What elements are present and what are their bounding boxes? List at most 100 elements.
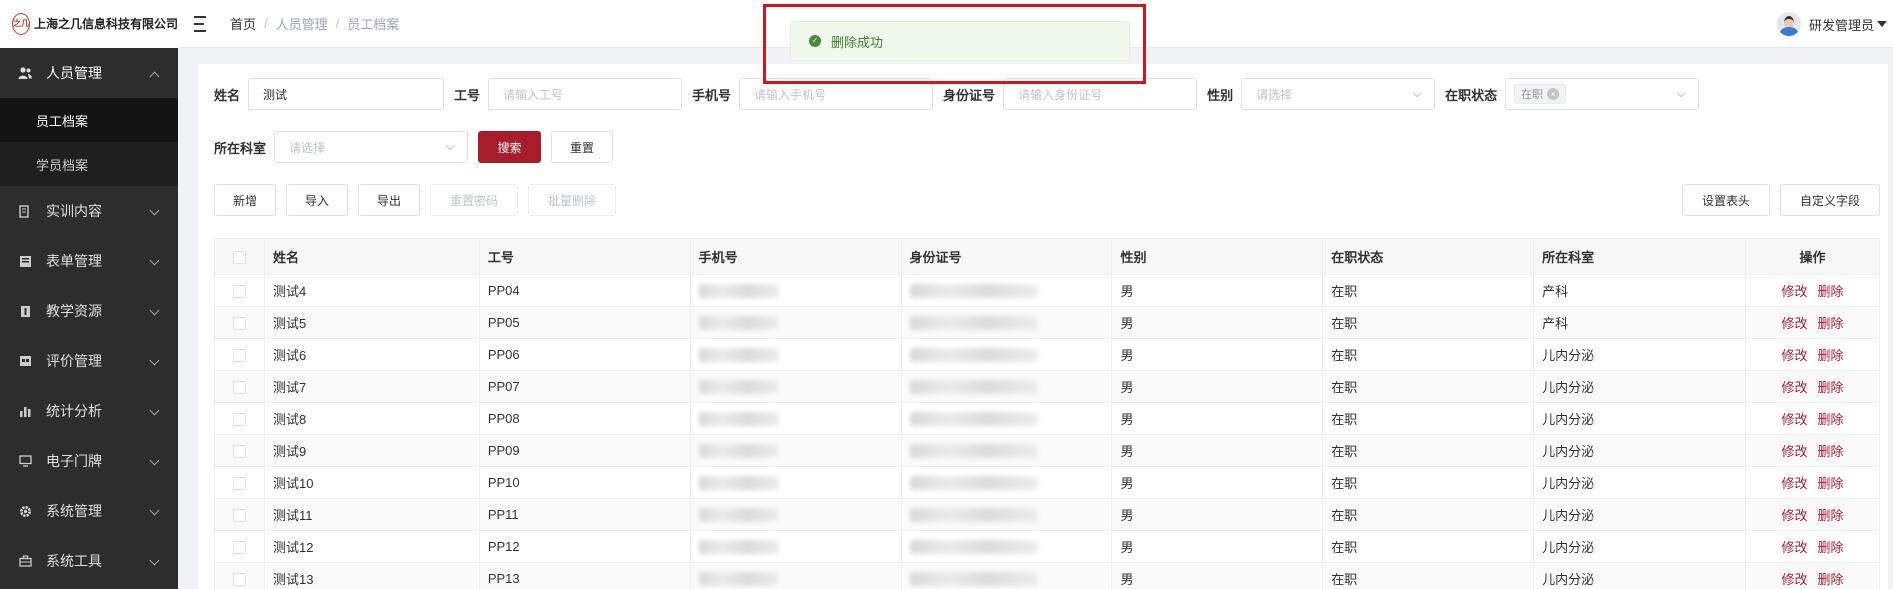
row-checkbox[interactable] (232, 317, 246, 331)
cell-name: 测试8 (264, 402, 480, 435)
sidebar-item-system-tools[interactable]: 系统工具 (0, 536, 178, 586)
cell-department: 产科 (1533, 306, 1746, 339)
close-icon[interactable]: × (1547, 88, 1560, 100)
sidebar-item-evaluation[interactable]: 评价管理 (0, 336, 178, 386)
brand-logo: 之几 (12, 12, 30, 35)
row-checkbox[interactable] (232, 285, 246, 299)
edit-link[interactable]: 修改 (1781, 316, 1807, 331)
check-circle-icon: ✓ (809, 35, 821, 47)
delete-link[interactable]: 删除 (1817, 412, 1843, 427)
sidebar-item-personnel[interactable]: 人员管理 (0, 48, 178, 98)
edit-link[interactable]: 修改 (1781, 284, 1807, 299)
delete-link[interactable]: 删除 (1817, 476, 1843, 491)
brand: 之几 上海之几信息科技有限公司 (0, 0, 178, 48)
batch-delete-button[interactable]: 批量删除 (528, 184, 616, 216)
custom-fields-button[interactable]: 自定义字段 (1780, 184, 1880, 216)
edit-link[interactable]: 修改 (1781, 476, 1807, 491)
gender-placeholder: 请选择 (1256, 87, 1293, 102)
delete-link[interactable]: 删除 (1817, 540, 1843, 555)
table-row: 测试9 PP09 男 在职 儿内分泌 修改 删除 (214, 434, 1881, 467)
cell-actions: 修改 删除 (1745, 338, 1881, 371)
row-checkbox[interactable] (232, 477, 246, 491)
cell-job-no: PP11 (479, 498, 691, 531)
row-checkbox[interactable] (232, 445, 246, 459)
sidebar-subitem-student-files[interactable]: 学员档案 (0, 142, 178, 186)
name-input[interactable]: 测试 (248, 78, 445, 110)
sidebar-item-resources[interactable]: 教学资源 (0, 286, 178, 336)
reset-button[interactable]: 重置 (551, 131, 614, 163)
delete-link[interactable]: 删除 (1817, 316, 1843, 331)
avatar[interactable] (1776, 12, 1801, 36)
reset-password-button[interactable]: 重置密码 (430, 184, 518, 216)
user-menu[interactable]: 研发管理员 (1776, 12, 1887, 36)
toast-message: 删除成功 (831, 34, 884, 50)
row-checkbox[interactable] (232, 541, 246, 555)
sidebar-item-training[interactable]: 实训内容 (0, 186, 178, 236)
row-checkbox[interactable] (232, 413, 246, 427)
row-checkbox[interactable] (232, 509, 246, 523)
user-name[interactable]: 研发管理员 (1809, 15, 1874, 34)
delete-link[interactable]: 删除 (1817, 380, 1843, 395)
breadcrumb-separator: / (264, 16, 268, 31)
toolbox-icon (18, 554, 32, 568)
submenu-personnel: 员工档案 学员档案 (0, 98, 178, 186)
chevron-down-icon (445, 141, 455, 151)
cell-phone-blurred (690, 306, 902, 339)
department-select[interactable]: 请选择 (274, 131, 469, 163)
search-button[interactable]: 搜索 (478, 131, 542, 163)
add-button[interactable]: 新增 (214, 184, 276, 216)
chevron-up-icon (149, 71, 160, 82)
set-header-button[interactable]: 设置表头 (1682, 184, 1770, 216)
cell-job-no: PP05 (479, 306, 691, 339)
row-checkbox[interactable] (232, 349, 246, 363)
row-select-cell (214, 434, 265, 467)
job-no-input[interactable]: 请输入工号 (488, 78, 683, 110)
column-header-phone[interactable]: 手机号 (690, 238, 902, 275)
breadcrumb-home[interactable]: 首页 (230, 14, 256, 33)
delete-link[interactable]: 删除 (1817, 572, 1843, 587)
sidebar-item-statistics[interactable]: 统计分析 (0, 386, 178, 436)
row-select-cell (214, 402, 265, 435)
status-select[interactable]: 在职 × (1505, 78, 1700, 110)
import-button[interactable]: 导入 (286, 184, 348, 216)
row-checkbox[interactable] (232, 573, 246, 587)
delete-link[interactable]: 删除 (1817, 444, 1843, 459)
column-header-status[interactable]: 在职状态 (1322, 238, 1535, 275)
cell-department: 儿内分泌 (1533, 530, 1746, 563)
select-all-checkbox[interactable] (232, 251, 246, 265)
cell-gender: 男 (1111, 402, 1324, 435)
export-button[interactable]: 导出 (358, 184, 420, 216)
cell-phone-blurred (690, 338, 902, 371)
sidebar-subitem-employee-files[interactable]: 员工档案 (0, 98, 178, 142)
column-header-department[interactable]: 所在科室 (1533, 238, 1746, 275)
edit-link[interactable]: 修改 (1781, 412, 1807, 427)
edit-link[interactable]: 修改 (1781, 348, 1807, 363)
delete-link[interactable]: 删除 (1817, 508, 1843, 523)
cell-name: 测试10 (264, 466, 480, 499)
edit-link[interactable]: 修改 (1781, 444, 1807, 459)
breadcrumb-separator: / (335, 16, 340, 31)
cell-phone-blurred (690, 274, 902, 307)
sidebar-item-forms[interactable]: 表单管理 (0, 236, 178, 286)
delete-link[interactable]: 删除 (1817, 284, 1843, 299)
edit-link[interactable]: 修改 (1781, 380, 1807, 395)
cell-status: 在职 (1322, 530, 1535, 563)
edit-link[interactable]: 修改 (1781, 540, 1807, 555)
column-header-id-card[interactable]: 身份证号 (901, 238, 1113, 275)
edit-link[interactable]: 修改 (1781, 508, 1807, 523)
edit-link[interactable]: 修改 (1781, 572, 1807, 587)
delete-link[interactable]: 删除 (1817, 348, 1843, 363)
caret-down-icon[interactable] (1877, 21, 1887, 27)
column-header-gender[interactable]: 性别 (1111, 238, 1324, 275)
gender-select[interactable]: 请选择 (1241, 78, 1436, 110)
cell-id-card-blurred (901, 434, 1113, 467)
sidebar-toggle-icon[interactable] (194, 15, 212, 32)
column-header-name[interactable]: 姓名 (264, 238, 480, 275)
sidebar-item-system-management[interactable]: 系统管理 (0, 486, 178, 536)
row-checkbox[interactable] (232, 381, 246, 395)
column-header-job-no[interactable]: 工号 (479, 238, 691, 275)
select-all-cell (214, 238, 265, 275)
row-select-cell (214, 562, 265, 589)
sidebar-item-e-doorplate[interactable]: 电子门牌 (0, 436, 178, 486)
filter-label-name: 姓名 (214, 87, 241, 103)
